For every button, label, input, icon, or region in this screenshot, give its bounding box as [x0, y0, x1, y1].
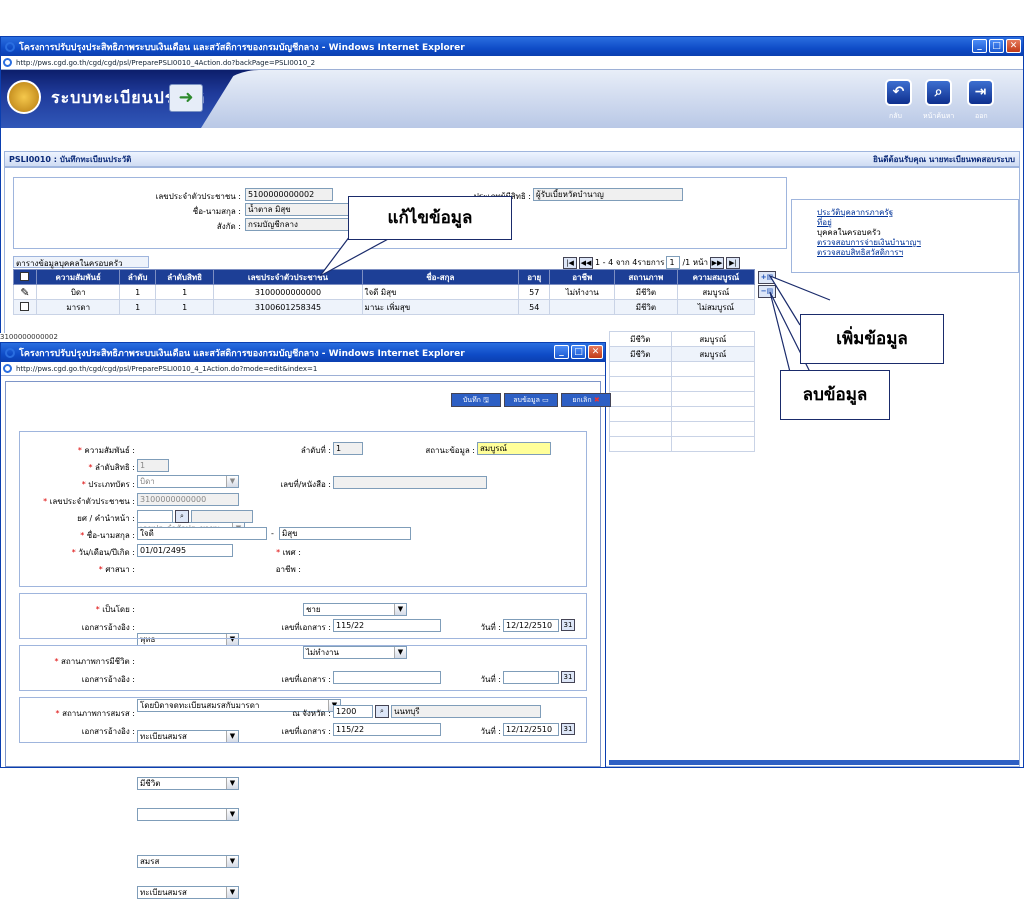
delete-callout: ลบข้อมูล	[780, 370, 890, 420]
life-select[interactable]: มีชีวิต ▼	[137, 777, 239, 790]
marital-select[interactable]: สมรส ▼	[137, 855, 239, 868]
chevron-down-icon: ▼	[226, 778, 238, 789]
chevron-down-icon: ▼	[226, 809, 238, 820]
ref-doc-select-3[interactable]: ทะเบียนสมรส ▼	[137, 886, 239, 899]
edit-callout: แก้ไขข้อมูล	[348, 196, 512, 240]
chevron-down-icon: ▼	[226, 887, 238, 898]
add-callout: เพิ่มข้อมูล	[800, 314, 944, 364]
ref-doc-select-2[interactable]: ▼	[137, 808, 239, 821]
chevron-down-icon: ▼	[226, 856, 238, 867]
edit-pointer	[319, 235, 391, 277]
